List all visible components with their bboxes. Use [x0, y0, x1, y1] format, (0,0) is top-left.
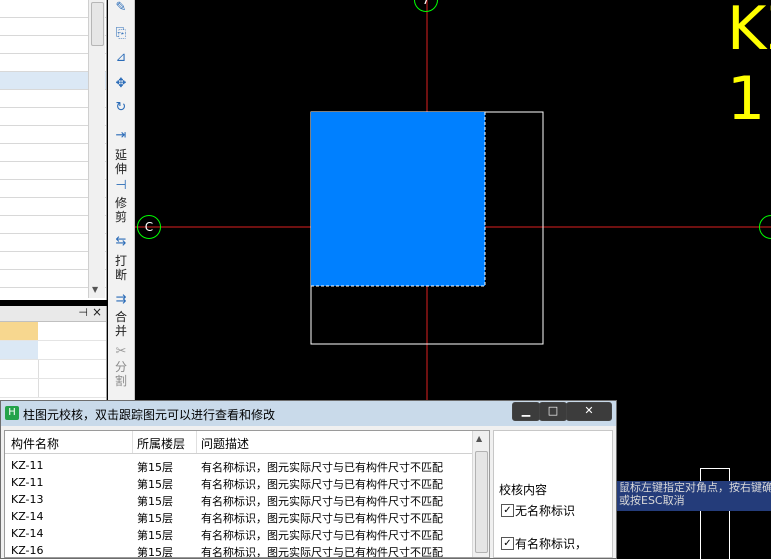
cell-name: KZ-11	[11, 459, 44, 472]
cell-floor: 第15层	[137, 461, 173, 474]
close-icon[interactable]: ×	[92, 305, 102, 319]
break-icon[interactable]: ⇆	[110, 234, 132, 249]
cell-name: KZ-14	[11, 510, 44, 523]
move-icon[interactable]: ✥	[110, 76, 132, 91]
cell-floor: 第15层	[137, 478, 173, 491]
table-row[interactable]: KZ-11 第15层 有名称标识，图元实际尺寸与已有构件尺寸不匹配	[5, 475, 475, 492]
axis-marker-left: C	[137, 215, 161, 239]
panel-titlebar: ⊣ ×	[0, 305, 106, 322]
trim-button[interactable]: 修 剪	[110, 196, 132, 224]
scroll-up-icon[interactable]: ▲	[476, 434, 482, 443]
list-item[interactable]	[0, 341, 106, 360]
copy-icon[interactable]: ⎘	[110, 26, 132, 41]
no-name-label[interactable]: 无名称标识	[515, 502, 575, 519]
list-item[interactable]	[0, 379, 106, 398]
check-section-title: 校核内容	[499, 483, 548, 497]
table-row[interactable]: KZ-14 第15层 有名称标识，图元实际尺寸与已有构件尺寸不匹配	[5, 526, 475, 543]
rotate-icon[interactable]: ↻	[110, 100, 132, 115]
cell-name: KZ-16	[11, 544, 44, 557]
cell-issue: 有名称标识，图元实际尺寸与已有构件尺寸不匹配	[201, 495, 443, 508]
check-options-pane: 校核内容 ✓ 无名称标识 ✓ 有名称标识，	[493, 430, 613, 558]
break-button[interactable]: 打 断	[110, 254, 132, 282]
pen-icon[interactable]: ✎	[110, 0, 132, 15]
trim-icon[interactable]: ⊣	[110, 178, 132, 193]
dialog-titlebar[interactable]: H 柱图元校核，双击跟踪图元可以进行查看和修改 ▁ □ ✕	[1, 401, 616, 426]
cell-floor: 第15层	[137, 495, 173, 508]
cell-floor: 第15层	[137, 512, 173, 525]
command-hint: 鼠标左键指定对角点，按右键确 或按ESC取消	[617, 481, 771, 511]
close-button[interactable]: ✕	[566, 402, 612, 421]
cell-issue: 有名称标识，图元实际尺寸与已有构件尺寸不匹配	[201, 478, 443, 491]
minimize-button[interactable]: ▁	[512, 402, 540, 421]
scroll-down-icon[interactable]: ▼	[92, 285, 98, 294]
mirror-icon[interactable]: ⊿	[110, 50, 132, 65]
maximize-button[interactable]: □	[539, 402, 567, 421]
table-row[interactable]: KZ-11 第15层 有名称标识，图元实际尺寸与已有构件尺寸不匹配	[5, 458, 475, 475]
list-item[interactable]	[0, 360, 106, 379]
table-row[interactable]: KZ-13 第15层 有名称标识，图元实际尺寸与已有构件尺寸不匹配	[5, 492, 475, 509]
cell-floor: 第15层	[137, 529, 173, 542]
cell-issue: 有名称标识，图元实际尺寸与已有构件尺寸不匹配	[201, 529, 443, 542]
cell-name: KZ-14	[11, 527, 44, 540]
scrollbar-thumb[interactable]	[91, 2, 104, 46]
extend-icon[interactable]: ⇥	[110, 128, 132, 143]
pin-icon[interactable]: ⊣	[78, 306, 88, 319]
extend-button[interactable]: 延 伸	[110, 148, 132, 176]
column-check-dialog: H 柱图元校核，双击跟踪图元可以进行查看和修改 ▁ □ ✕ 构件名称 所属楼层 …	[0, 400, 617, 559]
scrollbar-thumb[interactable]	[475, 451, 488, 553]
merge-icon[interactable]: ⇉	[110, 292, 132, 307]
has-name-checkbox[interactable]: ✓	[501, 537, 514, 550]
column-header-name[interactable]: 构件名称	[11, 435, 59, 452]
secondary-panel: ⊣ ×	[0, 305, 107, 400]
no-name-checkbox[interactable]: ✓	[501, 504, 514, 517]
canvas-drawing	[135, 0, 771, 400]
issue-table[interactable]: 构件名称 所属楼层 问题描述 KZ-11 第15层 有名称标识，图元实际尺寸与已…	[4, 430, 490, 558]
hint-line-1: 鼠标左键指定对角点，按右键确	[619, 481, 771, 494]
table-header: 构件名称 所属楼层 问题描述	[5, 431, 475, 454]
merge-button[interactable]: 合 并	[110, 310, 132, 338]
table-row[interactable]: KZ-16 第15层 有名称标识，图元实际尺寸与已有构件尺寸不匹配	[5, 543, 475, 558]
edit-toolbar: ✎ ⎘ ⊿ ✥ ↻ ⇥ 延 伸 ⊣ 修 剪 ⇆ 打 断 ⇉ 合 并 ✂ 分 割	[108, 0, 135, 400]
split-button: 分 割	[114, 360, 127, 388]
table-scrollbar[interactable]: ▲	[472, 431, 489, 557]
property-list-scrollbar[interactable]: ▼	[88, 0, 105, 298]
has-name-label[interactable]: 有名称标识，	[515, 535, 587, 552]
hint-line-2: 或按ESC取消	[619, 494, 685, 507]
component-label: KZ-11	[727, 0, 771, 134]
dialog-title: 柱图元校核，双击跟踪图元可以进行查看和修改	[23, 408, 276, 422]
table-row[interactable]: KZ-14 第15层 有名称标识，图元实际尺寸与已有构件尺寸不匹配	[5, 509, 475, 526]
drawing-canvas[interactable]: 7 C KZ-11	[135, 0, 771, 400]
cell-issue: 有名称标识，图元实际尺寸与已有构件尺寸不匹配	[201, 512, 443, 525]
cell-name: KZ-11	[11, 476, 44, 489]
split-icon: ✂	[115, 344, 127, 359]
column-selection-fill	[311, 112, 485, 286]
cell-name: KZ-13	[11, 493, 44, 506]
cell-floor: 第15层	[137, 546, 173, 558]
column-header-issue[interactable]: 问题描述	[201, 435, 249, 452]
app-icon: H	[5, 406, 19, 420]
column-header-floor[interactable]: 所属楼层	[137, 435, 185, 452]
cell-issue: 有名称标识，图元实际尺寸与已有构件尺寸不匹配	[201, 461, 443, 474]
list-item[interactable]	[0, 322, 106, 341]
property-list[interactable]: ▼	[0, 0, 107, 300]
cell-issue: 有名称标识，图元实际尺寸与已有构件尺寸不匹配	[201, 546, 443, 558]
